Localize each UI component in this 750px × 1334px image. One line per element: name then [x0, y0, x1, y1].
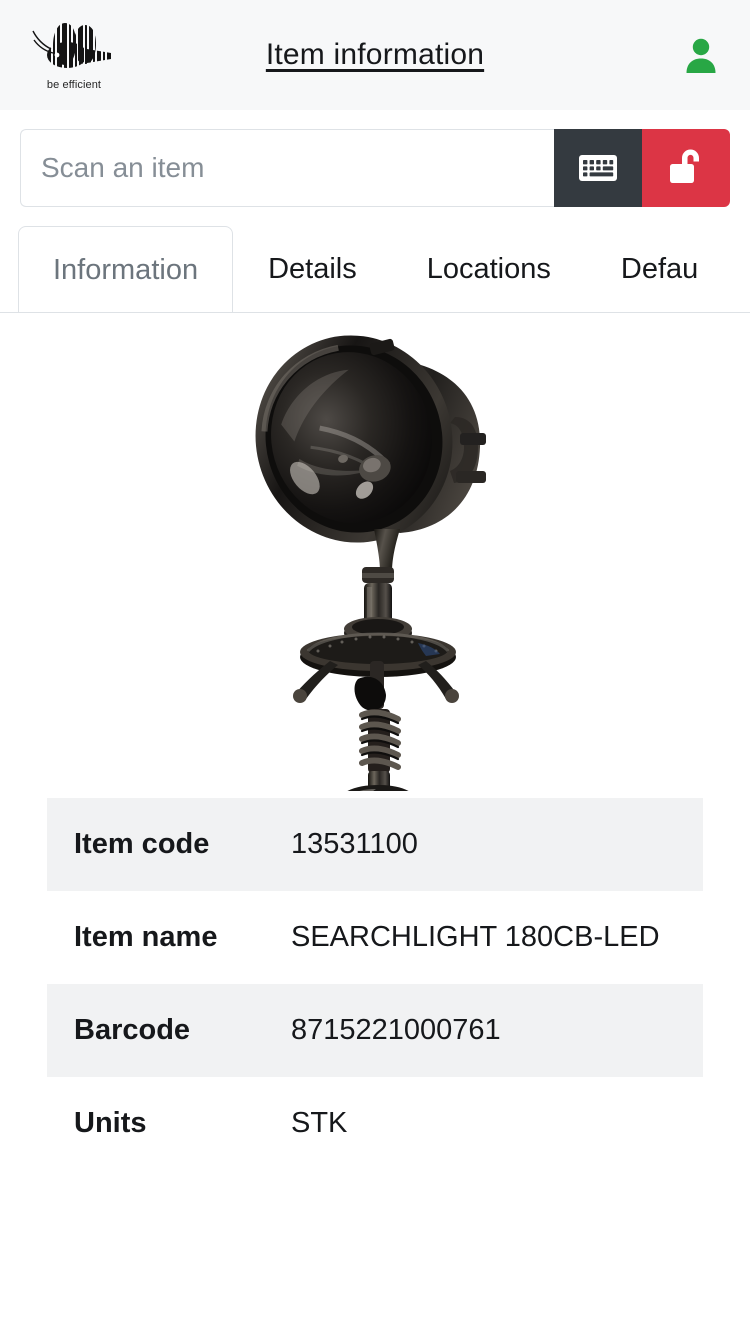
scan-searchbar — [20, 129, 730, 207]
row-value: 8715221000761 — [291, 1014, 501, 1046]
tab-details[interactable]: Details — [233, 225, 392, 312]
row-value: STK — [291, 1107, 348, 1139]
person-icon-glyph — [686, 38, 716, 73]
row-value: SEARCHLIGHT 180CB-LED — [291, 921, 660, 953]
row-label: Item name — [74, 921, 218, 953]
tab-bar: Information Details Locations Defau — [0, 225, 750, 313]
keyboard-button[interactable] — [554, 129, 642, 207]
row-value: 13531100 — [291, 828, 418, 860]
bee-barcode-logo-mark — [32, 23, 111, 68]
bee-barcode-logo[interactable]: be efficient — [26, 13, 122, 97]
row-label: Units — [74, 1107, 147, 1139]
search-input[interactable] — [20, 129, 554, 207]
tab-defaults[interactable]: Defau — [586, 225, 733, 312]
item-information-screen: be efficient Item information Scan an it… — [0, 0, 750, 1334]
tab-locations[interactable]: Locations — [392, 225, 586, 312]
searchlight-product-photo — [255, 334, 486, 791]
logo-tagline: be efficient — [46, 79, 102, 91]
page-title[interactable]: Item information — [266, 38, 484, 72]
row-label: Barcode — [74, 1014, 191, 1046]
product-image-container — [0, 313, 750, 798]
table-row: Item name SEARCHLIGHT 180CB-LED — [47, 891, 703, 984]
table-row: Item code 13531100 — [47, 798, 703, 891]
table-row: Barcode 8715221000761 — [47, 984, 703, 1077]
person-icon[interactable] — [678, 32, 724, 78]
tab-information[interactable]: Information — [18, 226, 234, 312]
unlock-padlock-icon — [670, 149, 699, 183]
keyboard-icon — [579, 155, 617, 181]
unlock-button[interactable] — [642, 129, 730, 207]
row-label: Item code — [74, 828, 210, 860]
app-header: be efficient Item information — [0, 0, 750, 110]
table-row: Units STK — [47, 1077, 703, 1170]
item-details-table: Item code 13531100 Item name SEARCHLIGHT… — [47, 798, 703, 1170]
